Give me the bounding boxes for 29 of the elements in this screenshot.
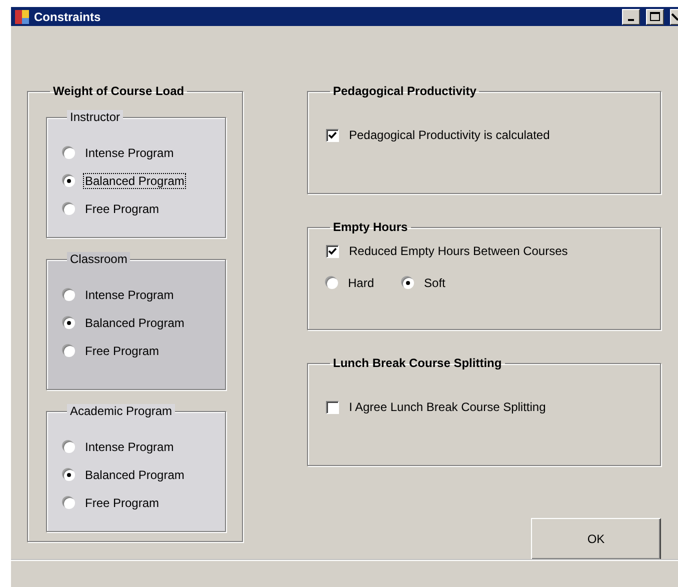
window-title: Constraints <box>34 10 102 24</box>
group-title: Classroom <box>67 252 130 266</box>
radio-option[interactable]: Intense Program <box>63 284 176 306</box>
ok-button[interactable]: OK <box>531 518 661 560</box>
checkbox-option[interactable]: I Agree Lunch Break Course Splitting <box>326 396 548 418</box>
maximize-icon <box>650 12 660 22</box>
maximize-button[interactable] <box>646 8 664 25</box>
radio-option[interactable]: Free Program <box>63 198 162 220</box>
group-title: Instructor <box>67 110 124 124</box>
close-button[interactable] <box>670 8 678 25</box>
group-title: Weight of Course Load <box>52 84 186 98</box>
radio-option[interactable]: Balanced Program <box>63 464 186 486</box>
radio-option[interactable]: Intense Program <box>63 142 176 164</box>
checkbox-option[interactable]: Reduced Empty Hours Between Courses <box>326 240 570 262</box>
group-title: Pedagogical Productivity <box>332 84 478 98</box>
radio-option[interactable]: Free Program <box>63 492 162 514</box>
minimize-icon <box>628 18 634 21</box>
radio-option[interactable]: Free Program <box>63 340 162 362</box>
radio-option[interactable]: Balanced Program <box>63 312 186 334</box>
radio-option[interactable]: Hard <box>326 272 376 294</box>
minimize-button[interactable] <box>622 8 640 25</box>
app-icon <box>14 8 30 25</box>
group-title: Lunch Break Course Splitting <box>332 356 503 370</box>
group-title: Academic Program <box>67 404 176 418</box>
radio-option[interactable]: Intense Program <box>63 436 176 458</box>
group-title: Empty Hours <box>332 220 409 234</box>
checkbox-option[interactable]: Pedagogical Productivity is calculated <box>326 124 552 146</box>
close-icon <box>671 12 678 21</box>
radio-option[interactable]: Soft <box>402 272 448 294</box>
